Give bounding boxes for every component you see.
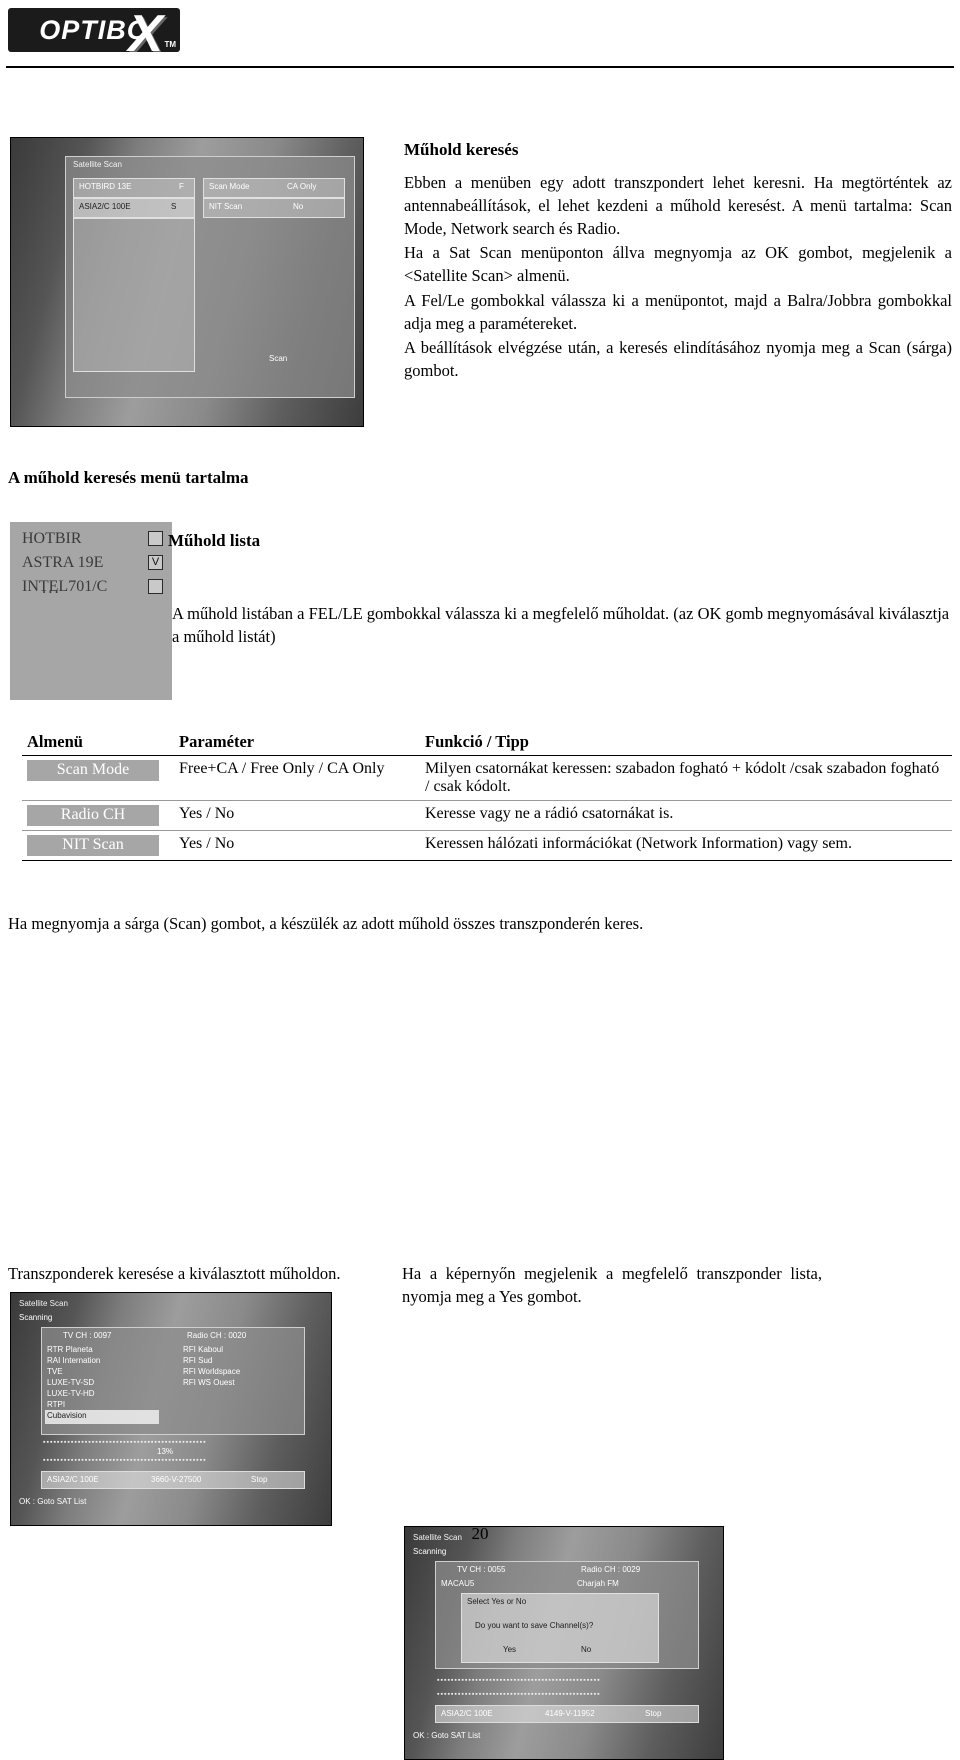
submenu-chip-scan-mode: Scan Mode	[27, 760, 159, 781]
osd-sat-flag-2: S	[171, 202, 177, 211]
osd-radio-header: Radio CH : 0020	[187, 1331, 247, 1340]
osd-tv-item-7: Cubavision	[47, 1411, 87, 1420]
table-header-function: Funkció / Tipp	[420, 730, 952, 756]
osd-nitscan-label: NIT Scan	[209, 202, 243, 211]
osd-tv-item-6: RTPI	[47, 1400, 66, 1409]
osd-sat-label-1: HOTBIRD 13E	[79, 182, 132, 191]
below-table-paragraph: Ha megnyomja a sárga (Scan) gombot, a ké…	[8, 914, 644, 933]
osd-footer-hint: OK : Goto SAT List	[413, 1731, 481, 1740]
page-number: 20	[471, 1524, 489, 1543]
osd-nitscan-value: No	[293, 202, 304, 211]
table-cell-parameter: Free+CA / Free Only / CA Only	[174, 755, 420, 801]
caption-left: Transzponderek keresése a kiválasztott m…	[8, 1264, 341, 1283]
osd-status-stop: Stop	[645, 1709, 662, 1718]
osd-radio-header: Radio CH : 0029	[581, 1565, 641, 1574]
osd-tv-header: TV CH : 0097	[63, 1331, 112, 1340]
table-header-parameter: Paraméter	[174, 730, 420, 756]
table-header-row: Almenü Paraméter Funkció / Tipp	[22, 730, 952, 756]
table-cell-parameter: Yes / No	[174, 830, 420, 861]
satellite-checkbox-1[interactable]	[148, 531, 163, 546]
osd-scanmode-label: Scan Mode	[209, 182, 250, 191]
satellite-checkbox-3[interactable]	[148, 579, 163, 594]
satellite-checkbox-2[interactable]: V	[148, 555, 163, 570]
osd-radio-item-1: RFI Kaboul	[183, 1345, 224, 1354]
osd-subtitle: Scanning	[413, 1547, 447, 1556]
table-cell-submenu: Radio CH	[22, 800, 174, 831]
osd-title: Satellite Scan	[73, 160, 122, 169]
table-cell-function: Keressen hálózati információkat (Network…	[420, 830, 952, 861]
screenshot-save-channels-dialog: Satellite Scan Scanning TV CH : 0055 Rad…	[404, 1526, 724, 1760]
muhold-lista-description: A műhold listában a FEL/LE gombokkal vál…	[172, 604, 950, 647]
osd-status-stop: Stop	[251, 1475, 268, 1484]
satellite-list-item-2: ASTRA 19E	[22, 554, 104, 571]
osd-title: Satellite Scan	[19, 1299, 68, 1308]
osd-radio-item-2: RFI Sud	[183, 1356, 213, 1365]
osd-radio-item-4: RFI WS Ouest	[183, 1378, 235, 1387]
submenu-chip-radio-ch: Radio CH	[27, 805, 159, 826]
osd-subtitle: Scanning	[19, 1313, 53, 1322]
osd-tv-item-1: MACAU5	[441, 1579, 475, 1588]
intro-paragraph-1: Ebben a menüben egy adott transzpondert …	[404, 173, 952, 238]
osd-radio-item-1: Charjah FM	[577, 1579, 619, 1588]
screenshot-scanning-progress: Satellite Scan Scanning TV CH : 0097 Rad…	[10, 1292, 332, 1526]
table-cell-parameter: Yes / No	[174, 800, 420, 831]
osd-tv-item-4: LUXE-TV-SD	[47, 1378, 95, 1387]
osd-status-satellite: ASIA2/C 100E	[47, 1475, 99, 1484]
table-cell-submenu: NIT Scan	[22, 830, 174, 861]
osd-status-transponder: 3660-V-27500	[151, 1475, 202, 1484]
osd-signal-dots-1: ▪▪▪▪▪▪▪▪▪▪▪▪▪▪▪▪▪▪▪▪▪▪▪▪▪▪▪▪▪▪▪▪▪▪▪▪▪▪▪▪…	[437, 1677, 601, 1684]
table-cell-function: Keresse vagy ne a rádió csatornákat is.	[420, 800, 952, 831]
caption-right: Ha a képernyőn megjelenik a megfelelő tr…	[402, 1264, 822, 1307]
intro-paragraph-4: A beállítások elvégzése után, a keresés …	[404, 338, 952, 381]
section-heading: A műhold keresés menü tartalma	[8, 468, 249, 487]
page-title: Műhold keresés	[404, 140, 519, 159]
osd-scan-footer: Scan	[269, 354, 288, 363]
table-row: Scan Mode Free+CA / Free Only / CA Only …	[22, 755, 952, 801]
logo-trademark: TM	[164, 40, 176, 49]
osd-signal-dots-2: ▪▪▪▪▪▪▪▪▪▪▪▪▪▪▪▪▪▪▪▪▪▪▪▪▪▪▪▪▪▪▪▪▪▪▪▪▪▪▪▪…	[43, 1457, 207, 1464]
osd-footer-hint: OK : Goto SAT List	[19, 1497, 87, 1506]
osd-progress-percent: 13%	[157, 1447, 174, 1456]
osd-signal-dots-1: ▪▪▪▪▪▪▪▪▪▪▪▪▪▪▪▪▪▪▪▪▪▪▪▪▪▪▪▪▪▪▪▪▪▪▪▪▪▪▪▪…	[43, 1439, 207, 1446]
satellite-list-ellipsis: ...	[42, 578, 61, 597]
osd-radio-item-3: RFI Worldspace	[183, 1367, 241, 1376]
osd-scanmode-value: CA Only	[287, 182, 317, 191]
table-row: Radio CH Yes / No Keresse vagy ne a rádi…	[22, 800, 952, 831]
satellite-list-item-1: HOTBIR	[22, 530, 82, 547]
intro-paragraph-2: Ha a Sat Scan menüponton állva megnyomja…	[404, 243, 952, 286]
osd-tv-item-3: TVE	[47, 1367, 63, 1376]
satellite-list-item-3: INTEL701/C	[22, 578, 108, 595]
osd-sat-flag-1: F	[179, 182, 184, 191]
table-cell-function: Milyen csatornákat keressen: szabadon fo…	[420, 755, 952, 801]
muhold-lista-label: Műhold lista	[168, 531, 261, 550]
intro-block: Műhold keresés Ebben a menüben egy adott…	[404, 140, 952, 385]
osd-dialog-yes-button[interactable]: Yes	[503, 1645, 516, 1654]
logo-x-mark: X	[128, 8, 164, 52]
osd-tv-item-1: RTR Planeta	[47, 1345, 93, 1354]
osd-status-transponder: 4149-V-11952	[545, 1709, 595, 1718]
submenu-chip-nit-scan: NIT Scan	[27, 835, 159, 856]
osd-sat-label-2: ASIA2/C 100E	[79, 202, 131, 211]
osd-tv-item-5: LUXE-TV-HD	[47, 1389, 95, 1398]
page-header: OPTIBO X TM	[0, 0, 960, 68]
osd-dialog-text: Do you want to save Channel(s)?	[475, 1621, 594, 1630]
header-divider	[6, 66, 954, 68]
table-header-submenu: Almenü	[22, 730, 174, 756]
satellite-list-graphic: HOTBIR ASTRA 19E INTEL701/C	[10, 522, 172, 700]
osd-signal-dots-2: ▪▪▪▪▪▪▪▪▪▪▪▪▪▪▪▪▪▪▪▪▪▪▪▪▪▪▪▪▪▪▪▪▪▪▪▪▪▪▪▪…	[437, 1691, 601, 1698]
intro-paragraph-3: A Fel/Le gombokkal válassza ki a menüpon…	[404, 290, 952, 333]
screenshot-satellite-scan-menu: Satellite Scan HOTBIRD 13E F ASIA2/C 100…	[10, 137, 364, 427]
osd-sat-list-body	[73, 218, 195, 372]
table-row: NIT Scan Yes / No Keressen hálózati info…	[22, 830, 952, 861]
osd-dialog-no-button[interactable]: No	[581, 1645, 591, 1654]
table-cell-submenu: Scan Mode	[22, 755, 174, 801]
parameter-table: Almenü Paraméter Funkció / Tipp Scan Mod…	[22, 730, 952, 861]
optibox-logo: OPTIBO X TM	[8, 8, 180, 52]
osd-tv-header: TV CH : 0055	[457, 1565, 506, 1574]
osd-dialog-title: Select Yes or No	[467, 1597, 527, 1606]
osd-status-satellite: ASIA2/C 100E	[441, 1709, 493, 1718]
osd-tv-item-2: RAI Internation	[47, 1356, 101, 1365]
